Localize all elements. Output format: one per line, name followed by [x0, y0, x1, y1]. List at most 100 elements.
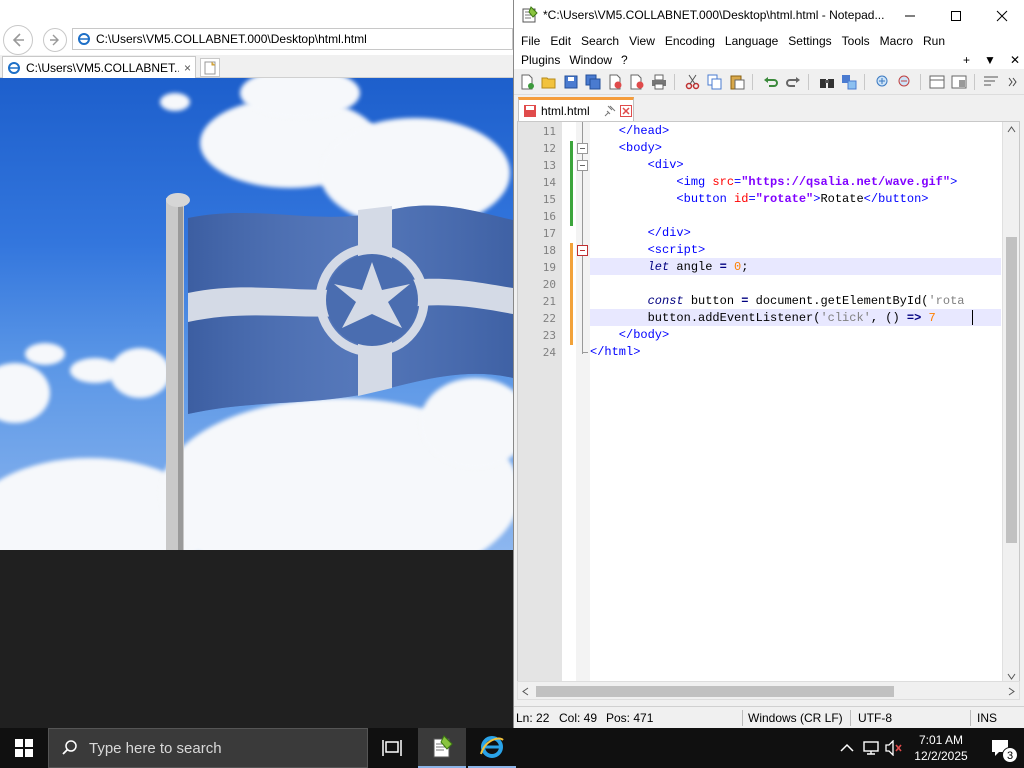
menu-macro[interactable]: Macro [879, 34, 919, 48]
task-view-button[interactable] [368, 728, 416, 768]
undo-icon [764, 77, 778, 87]
tab-close-icon[interactable] [619, 104, 632, 117]
title-bar[interactable]: *C:\Users\VM5.COLLABNET.000\Desktop\html… [514, 0, 1024, 31]
document-list-dropdown-button[interactable]: ▼ [984, 53, 996, 67]
close-document-button[interactable]: ✕ [1010, 53, 1020, 67]
fold-toggle-body[interactable] [577, 143, 588, 154]
menu-plugins[interactable]: Plugins [520, 53, 566, 67]
close-button[interactable] [979, 0, 1024, 31]
close-all-button[interactable] [628, 73, 646, 91]
undo-button[interactable] [762, 73, 780, 91]
vertical-scrollbar[interactable] [1002, 122, 1019, 684]
status-line: Ln: 22 [516, 711, 550, 725]
find-button[interactable] [818, 73, 836, 91]
show-hidden-icons-button[interactable] [838, 738, 856, 758]
text-caret [972, 310, 973, 325]
menu-view[interactable]: View [628, 34, 661, 48]
taskbar-internet-explorer[interactable] [468, 728, 516, 768]
status-insert-mode[interactable]: INS [977, 711, 997, 725]
saved-change-mark [570, 141, 573, 226]
new-tab-button[interactable] [200, 58, 220, 77]
scroll-right-icon[interactable] [1008, 687, 1015, 696]
horizontal-scroll-thumb[interactable] [536, 686, 894, 697]
menu-window[interactable]: Window [568, 53, 618, 67]
save-all-button[interactable] [584, 73, 602, 91]
vertical-scroll-thumb[interactable] [1006, 237, 1017, 543]
taskbar-notepadpp[interactable] [418, 728, 466, 768]
document-tab-bar: html.html [514, 95, 1024, 121]
code-line: </body> [590, 328, 670, 342]
replace-button[interactable] [840, 73, 858, 91]
scroll-up-icon[interactable] [1007, 126, 1016, 133]
forward-button[interactable] [43, 28, 67, 52]
ie-tab[interactable]: C:\Users\VM5.COLLABNET.... × [2, 56, 196, 78]
scroll-left-icon[interactable] [522, 687, 529, 696]
minimize-button[interactable] [887, 0, 933, 31]
open-folder-icon [541, 77, 556, 89]
code-editor[interactable]: </head> <body> <div> <img src="https://q… [517, 121, 1020, 685]
address-bar[interactable]: C:\Users\VM5.COLLABNET.000\Desktop\html.… [72, 28, 513, 50]
toolbar-separator [752, 74, 753, 90]
notepadpp-window: *C:\Users\VM5.COLLABNET.000\Desktop\html… [513, 0, 1024, 728]
paste-button[interactable] [728, 73, 746, 91]
taskbar-search-box[interactable]: Type here to search [48, 728, 368, 768]
back-button[interactable] [3, 25, 33, 55]
menu-edit[interactable]: Edit [549, 34, 577, 48]
open-file-button[interactable] [540, 73, 558, 91]
address-text: C:\Users\VM5.COLLABNET.000\Desktop\html.… [96, 32, 367, 46]
menu-language[interactable]: Language [724, 34, 784, 48]
menu-settings[interactable]: Settings [787, 34, 837, 48]
print-button[interactable] [650, 73, 668, 91]
code-text-area[interactable]: </head> <body> <div> <img src="https://q… [590, 122, 1001, 684]
arrow-left-icon [12, 33, 24, 47]
menu-search[interactable]: Search [580, 34, 625, 48]
code-line: <script> [590, 243, 706, 257]
fold-toggle-script[interactable] [577, 245, 588, 256]
fold-toggle-div[interactable] [577, 160, 588, 171]
maximize-button[interactable] [933, 0, 979, 31]
fold-margin [576, 122, 590, 684]
speaker-muted-icon [885, 740, 902, 756]
start-button[interactable] [0, 728, 48, 768]
search-placeholder: Type here to search [89, 739, 222, 757]
close-file-button[interactable] [606, 73, 624, 91]
copy-button[interactable] [706, 73, 724, 91]
word-wrap-button[interactable] [982, 73, 1000, 91]
menu-help[interactable]: ? [620, 53, 634, 67]
network-button[interactable] [862, 738, 880, 758]
new-document-plus-button[interactable]: + [963, 53, 970, 67]
horizontal-scrollbar[interactable] [517, 681, 1020, 700]
volume-button[interactable] [885, 738, 903, 758]
toolbar-overflow-button[interactable] [1006, 73, 1020, 91]
menu-tools[interactable]: Tools [841, 34, 876, 48]
clock[interactable]: 7:01 AM 12/2/2025 [906, 732, 976, 764]
notification-center-button[interactable]: 3 [978, 728, 1024, 768]
status-eol[interactable]: Windows (CR LF) [748, 711, 843, 725]
notepadpp-icon [522, 6, 538, 23]
windows-logo-icon [15, 739, 33, 757]
new-file-button[interactable] [518, 73, 536, 91]
code-line: <body> [590, 141, 663, 155]
cut-button[interactable] [684, 73, 702, 91]
save-button[interactable] [562, 73, 580, 91]
menu-run[interactable]: Run [922, 34, 951, 48]
menu-file[interactable]: File [520, 34, 546, 48]
arrow-right-icon [50, 34, 59, 46]
pin-icon[interactable] [604, 105, 616, 117]
code-line: </head> [590, 124, 670, 138]
sync-vertical-button[interactable] [928, 73, 946, 91]
zoom-out-button[interactable] [896, 73, 914, 91]
menu-encoding[interactable]: Encoding [664, 34, 721, 48]
window-split-icon [951, 75, 967, 89]
flag-on-pole [166, 193, 513, 550]
scroll-down-icon[interactable] [1007, 673, 1016, 680]
sync-horizontal-button[interactable] [950, 73, 968, 91]
document-tab[interactable]: html.html [518, 97, 634, 121]
zoom-in-button[interactable] [874, 73, 892, 91]
redo-button[interactable] [784, 73, 802, 91]
paste-icon [730, 75, 745, 90]
chevron-up-icon [840, 743, 854, 752]
window-title: *C:\Users\VM5.COLLABNET.000\Desktop\html… [543, 8, 885, 22]
status-encoding[interactable]: UTF-8 [858, 711, 892, 725]
ie-tab-close-button[interactable]: × [184, 61, 191, 75]
